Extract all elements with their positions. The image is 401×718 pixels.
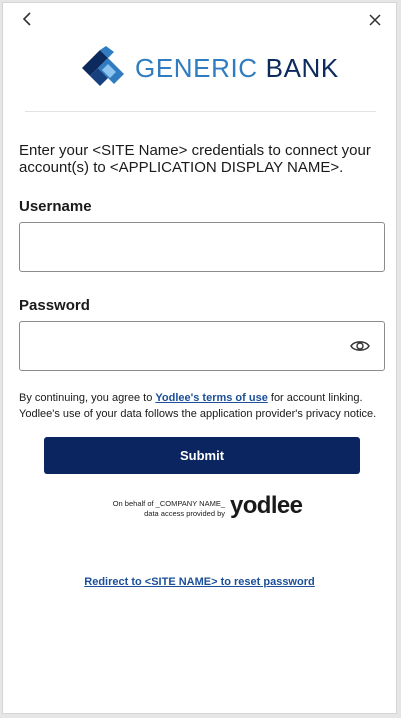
terms-prefix: By continuing, you agree to — [19, 392, 156, 404]
terms-notice: By continuing, you agree to Yodlee's ter… — [19, 391, 389, 422]
yodlee-logo: yodlee — [230, 492, 303, 519]
bank-name-word1: GENERIC — [135, 53, 258, 83]
close-button[interactable] — [364, 9, 386, 31]
bank-name-word2: BANK — [265, 53, 339, 83]
close-icon — [369, 14, 381, 26]
back-button[interactable] — [17, 9, 37, 29]
submit-button[interactable]: Submit — [44, 437, 360, 474]
reset-password-link[interactable]: Redirect to <SITE NAME> to reset passwor… — [3, 576, 396, 588]
powered-by-line1: On behalf of _COMPANY NAME_ — [112, 499, 225, 508]
powered-by-line2: data access provided by — [144, 509, 225, 518]
chevron-left-icon — [22, 12, 31, 26]
bank-name: GENERIC BANK — [135, 55, 339, 81]
bank-logo-icon — [82, 46, 124, 86]
password-input[interactable] — [20, 322, 384, 370]
password-label: Password — [19, 297, 90, 314]
dialog-header — [3, 3, 396, 35]
username-field-box — [19, 222, 385, 272]
password-field-box — [19, 321, 385, 371]
eye-icon[interactable] — [350, 338, 370, 354]
terms-link[interactable]: Yodlee's terms of use — [155, 392, 267, 404]
username-input[interactable] — [20, 223, 384, 271]
header-divider — [25, 111, 376, 112]
bank-logo: GENERIC BANK — [78, 43, 339, 93]
powered-by-text: On behalf of _COMPANY NAME_ data access … — [97, 499, 225, 519]
intro-text: Enter your <SITE Name> credentials to co… — [19, 142, 371, 176]
username-label: Username — [19, 198, 92, 215]
connect-dialog: GENERIC BANK Enter your <SITE Name> crede… — [2, 2, 397, 714]
